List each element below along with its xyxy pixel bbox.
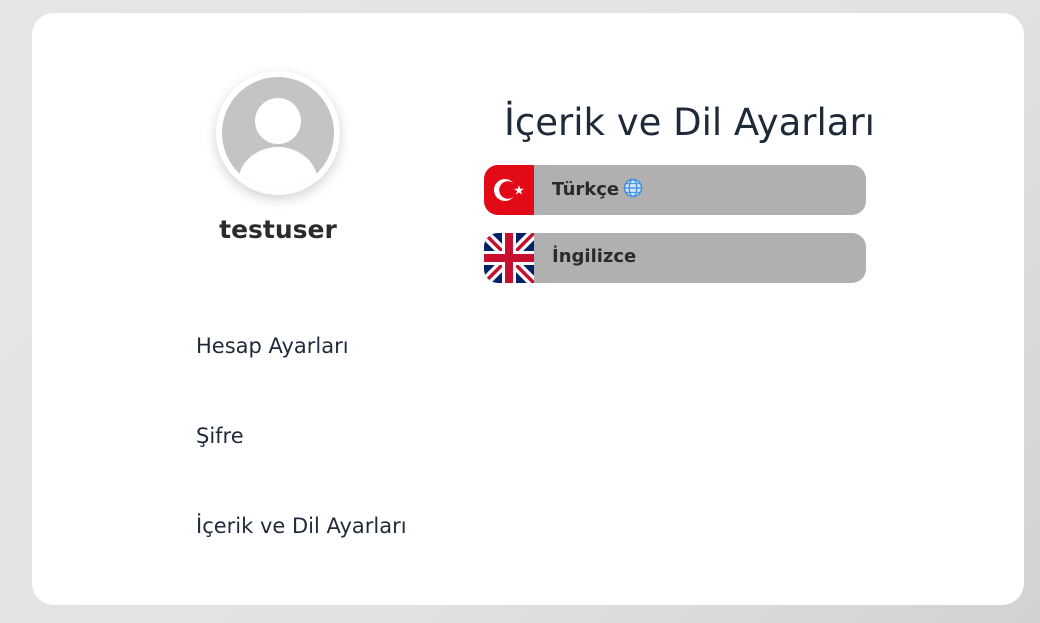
user-avatar-icon (222, 77, 334, 189)
language-english-label: İngilizce (552, 246, 637, 267)
turkey-flag-icon (484, 165, 534, 215)
language-option-label: Türkçe (552, 178, 643, 200)
language-turkish-label: Türkçe (552, 179, 620, 200)
page-title: İçerik ve Dil Ayarları (504, 101, 875, 144)
menu-item-password[interactable]: Şifre (196, 424, 244, 448)
menu-item-content-language[interactable]: İçerik ve Dil Ayarları (196, 514, 407, 538)
uk-flag-icon (484, 233, 534, 283)
globe-icon (623, 178, 643, 198)
language-option-english[interactable]: İngilizce (484, 233, 866, 283)
profile-username: testuser (219, 215, 337, 244)
menu-item-account-settings[interactable]: Hesap Ayarları (196, 334, 349, 358)
profile-avatar (216, 71, 340, 195)
language-option-turkish[interactable]: Türkçe (484, 165, 866, 215)
settings-card: testuser Hesap Ayarları Şifre İçerik ve … (32, 13, 1024, 605)
